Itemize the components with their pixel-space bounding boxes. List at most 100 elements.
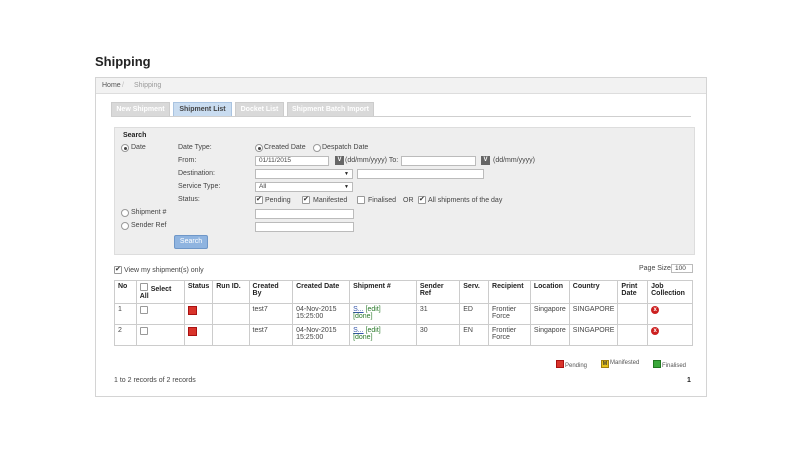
- search-heading: Search: [123, 132, 147, 139]
- tab-docket-list[interactable]: Docket List: [235, 102, 284, 117]
- chevron-down-icon: ▼: [344, 184, 349, 190]
- row-no: 1: [114, 303, 137, 325]
- shipment-no-label: Shipment #: [131, 209, 167, 216]
- view-my-label: View my shipment(s) only: [124, 267, 204, 274]
- edit-link[interactable]: [edit]: [366, 306, 381, 313]
- destination-text-input[interactable]: [357, 169, 484, 179]
- row-created-by: test7: [248, 324, 294, 346]
- finalised-label: Finalised: [368, 197, 397, 204]
- sender-ref-label: Sender Ref: [131, 222, 167, 229]
- breadcrumb: Home / Shipping: [96, 78, 706, 94]
- pending-flag-icon: [556, 360, 564, 368]
- date-type-label: Date Type:: [178, 144, 212, 151]
- table-header-row: No Select All Status Run ID. Created By …: [114, 280, 693, 304]
- header-status: Status: [183, 280, 214, 304]
- table-row: 2 test7 04-Nov-2015 15:25:00 S... [edit]…: [114, 324, 693, 346]
- header-location: Location: [529, 280, 570, 304]
- row-created-date: 04-Nov-2015 15:25:00: [292, 303, 351, 325]
- row-status: [183, 324, 214, 346]
- row-created-by: test7: [248, 303, 294, 325]
- row-shipment: S... [edit] [done]: [349, 303, 417, 325]
- despatch-date-radio[interactable]: [313, 144, 321, 152]
- done-link[interactable]: [done]: [353, 334, 372, 341]
- header-created-by: Created By: [248, 280, 294, 304]
- done-link[interactable]: [done]: [353, 313, 372, 320]
- shipment-link[interactable]: S...: [353, 306, 364, 313]
- pending-flag-icon: [187, 327, 197, 336]
- destination-select[interactable]: ▼: [255, 169, 353, 179]
- legend-manifested-label: Manifested: [610, 360, 640, 366]
- legend-finalised-label: Finalised: [662, 363, 687, 369]
- shipment-no-radio[interactable]: [121, 209, 129, 217]
- cancel-collection-icon[interactable]: x: [651, 306, 660, 314]
- date-radio[interactable]: [121, 144, 129, 152]
- to-calendar-icon[interactable]: V: [481, 156, 490, 165]
- row-print-date: [617, 303, 649, 325]
- row-select-cell: [135, 324, 185, 346]
- edit-link[interactable]: [edit]: [366, 327, 381, 334]
- row-shipment: S... [edit] [done]: [349, 324, 417, 346]
- tab-new-shipment[interactable]: New Shipment: [111, 102, 170, 117]
- from-date-input[interactable]: 01/11/2015: [255, 156, 329, 166]
- pending-label: Pending: [265, 197, 291, 204]
- row-location: Singapore: [529, 303, 570, 325]
- header-serv: Serv.: [459, 280, 490, 304]
- breadcrumb-home[interactable]: Home: [102, 82, 121, 89]
- shipment-no-input[interactable]: [255, 209, 354, 219]
- row-checkbox[interactable]: [139, 327, 148, 335]
- pending-checkbox[interactable]: [255, 195, 263, 204]
- row-run-id: [212, 303, 250, 325]
- tab-shipment-batch-import[interactable]: Shipment Batch Import: [287, 102, 374, 117]
- sender-ref-radio[interactable]: [121, 222, 129, 230]
- search-box: Search Date Date Type: Created Date Desp…: [114, 127, 695, 255]
- header-shipment: Shipment #: [349, 280, 417, 304]
- finalised-flag-icon: [653, 360, 661, 368]
- row-country: SINGAPORE: [568, 303, 619, 325]
- to-format-hint: (dd/mm/yyyy): [493, 157, 535, 164]
- breadcrumb-current: Shipping: [134, 82, 162, 89]
- service-type-value: All: [259, 183, 267, 190]
- shipment-link[interactable]: S...: [353, 327, 364, 334]
- cancel-collection-icon[interactable]: x: [651, 327, 660, 335]
- all-of-day-checkbox[interactable]: [418, 195, 426, 204]
- row-sender-ref: 31: [415, 303, 461, 325]
- from-format-hint: (dd/mm/yyyy) To:: [345, 157, 399, 164]
- from-calendar-icon[interactable]: V: [335, 156, 344, 165]
- page-size-input[interactable]: 100: [671, 264, 693, 273]
- sender-ref-input[interactable]: [255, 222, 354, 232]
- destination-label: Destination:: [178, 170, 215, 177]
- page-title: Shipping: [95, 54, 151, 69]
- all-of-day-label: All shipments of the day: [428, 197, 503, 204]
- row-serv: ED: [459, 303, 490, 325]
- finalised-checkbox[interactable]: [357, 196, 365, 204]
- search-button[interactable]: Search: [174, 235, 208, 249]
- pending-flag-icon: [187, 306, 197, 315]
- created-date-radio[interactable]: [255, 144, 263, 152]
- date-radio-label: Date: [131, 144, 146, 151]
- header-no: No: [114, 280, 137, 304]
- header-run-id: Run ID.: [212, 280, 250, 304]
- manifested-checkbox[interactable]: [302, 195, 310, 204]
- row-sender-ref: 30: [415, 324, 461, 346]
- row-print-date: [617, 324, 649, 346]
- row-location: Singapore: [529, 324, 570, 346]
- tab-shipment-list[interactable]: Shipment List: [173, 102, 232, 117]
- despatch-date-label: Despatch Date: [322, 144, 369, 151]
- row-job-collection: x: [647, 303, 693, 325]
- page-number[interactable]: 1: [687, 377, 691, 384]
- legend-pending: Pending: [556, 360, 587, 369]
- or-label: OR: [403, 197, 414, 204]
- select-all-checkbox[interactable]: [139, 283, 148, 291]
- row-checkbox[interactable]: [139, 306, 148, 314]
- to-date-input[interactable]: [401, 156, 476, 166]
- chevron-down-icon: ▼: [344, 171, 349, 177]
- view-my-checkbox[interactable]: [114, 265, 122, 274]
- row-recipient: Frontier Force: [488, 324, 531, 346]
- legend-pending-label: Pending: [565, 363, 588, 369]
- header-select-all: Select All: [135, 280, 185, 304]
- records-summary: 1 to 2 records of 2 records: [114, 377, 196, 384]
- created-date-label: Created Date: [264, 144, 306, 151]
- service-type-select[interactable]: All ▼: [255, 182, 353, 192]
- row-status: [183, 303, 214, 325]
- header-recipient: Recipient: [488, 280, 531, 304]
